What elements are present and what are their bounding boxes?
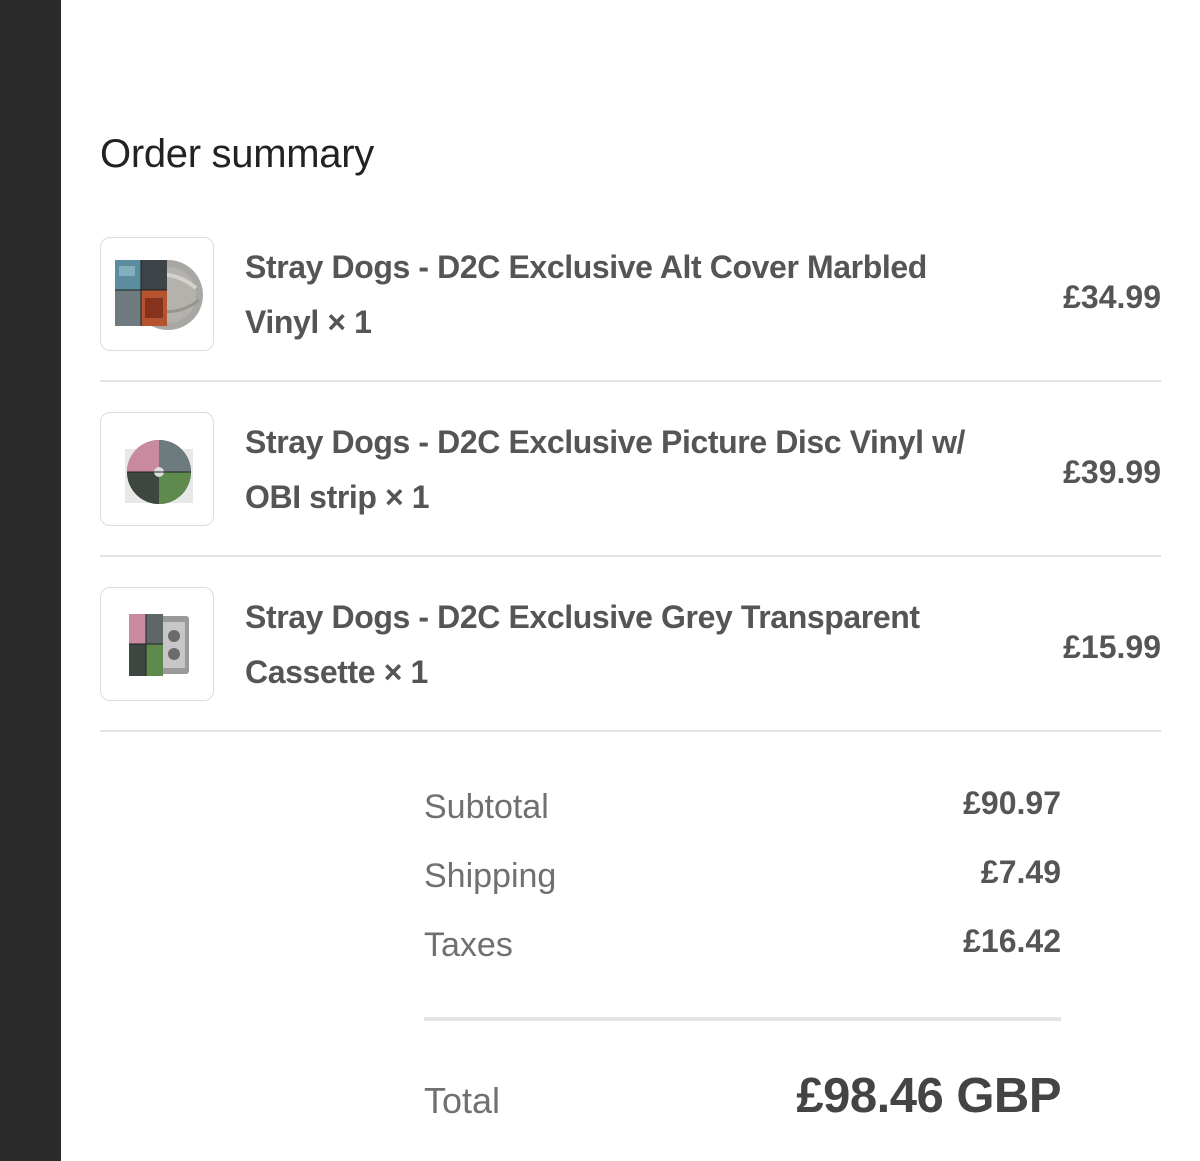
list-item: Stray Dogs - D2C Exclusive Grey Transpar… [100,557,1161,732]
cassette-thumbnail [100,587,214,701]
subtotal-label: Subtotal [424,788,549,826]
taxes-row: Taxes £16.42 [424,918,1061,987]
total-label: Total [424,1080,501,1121]
shipping-value: £7.49 [980,854,1061,890]
subtotal-value: £90.97 [963,785,1061,821]
picture-disc-thumbnail [100,412,214,526]
marbled-vinyl-thumbnail [100,237,214,351]
cassette-image [129,614,189,676]
order-items-list: Stray Dogs - D2C Exclusive Alt Cover Mar… [100,207,1161,732]
totals-divider [424,1017,1061,1021]
checkout-page: Order summary Stray Dogs - D2C Exclusive… [0,0,1200,1161]
total-value: £98.46 GBP [796,1069,1061,1123]
total-row: Total £98.46 GBP [424,1066,1061,1130]
order-summary-title: Order summary [100,132,374,176]
item-price: £15.99 [1063,629,1161,665]
taxes-value: £16.42 [963,923,1061,959]
shipping-row: Shipping £7.49 [424,849,1061,918]
list-item: Stray Dogs - D2C Exclusive Picture Disc … [100,382,1161,557]
cost-breakdown: Subtotal £90.97 Shipping £7.49 Taxes £16… [424,780,1061,987]
item-price: £39.99 [1063,454,1161,490]
item-name: Stray Dogs - D2C Exclusive Picture Disc … [245,424,966,515]
list-item: Stray Dogs - D2C Exclusive Alt Cover Mar… [100,207,1161,382]
dark-side-strip [0,0,61,1161]
taxes-label: Taxes [424,926,513,964]
shipping-label: Shipping [424,857,557,895]
picture-disc-image [125,440,193,504]
item-name: Stray Dogs - D2C Exclusive Grey Transpar… [245,599,920,690]
item-name: Stray Dogs - D2C Exclusive Alt Cover Mar… [245,249,927,340]
album-vinyl-image [115,260,203,330]
item-price: £34.99 [1063,279,1161,315]
subtotal-row: Subtotal £90.97 [424,780,1061,849]
